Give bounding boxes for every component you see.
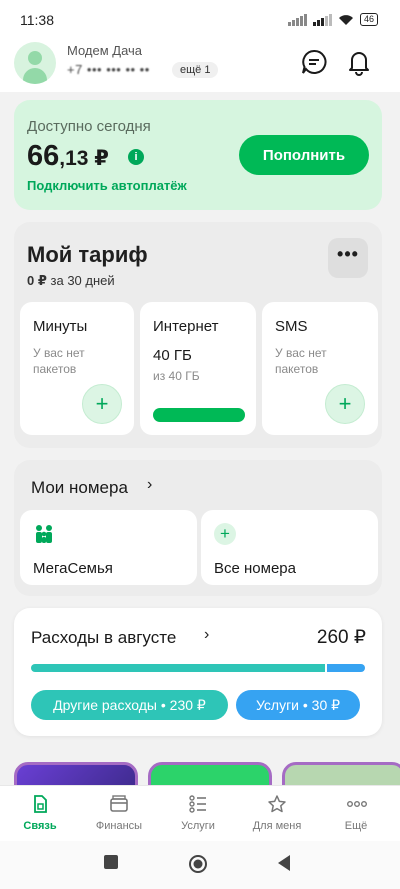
tab-label: Финансы bbox=[95, 820, 143, 832]
battery-icon: 46 bbox=[359, 13, 378, 26]
recent-apps-icon[interactable] bbox=[103, 854, 119, 875]
package-title: Минуты bbox=[33, 318, 88, 335]
all-numbers-label: Все номера bbox=[214, 560, 296, 577]
tab-finance[interactable]: Финансы bbox=[79, 794, 159, 832]
tab-more[interactable]: Ещё bbox=[316, 794, 396, 832]
other-expenses-chip[interactable]: Другие расходы • 230 ₽ bbox=[31, 690, 228, 720]
tariff-title: Мой тариф bbox=[27, 242, 148, 267]
expenses-bar-services bbox=[326, 664, 365, 672]
package-sms[interactable]: SMS У вас нет пакетов + bbox=[262, 302, 378, 435]
tab-services[interactable]: Услуги bbox=[158, 794, 238, 832]
system-nav-bar bbox=[0, 841, 400, 889]
star-icon bbox=[267, 794, 287, 814]
tariff-price-line: 0 ₽ за 30 дней bbox=[27, 273, 115, 289]
services-list-icon bbox=[188, 794, 208, 814]
internet-remaining: 40 ГБ bbox=[153, 347, 192, 364]
status-bar: 11:38 46 bbox=[0, 0, 400, 40]
expenses-total: 260 ₽ bbox=[316, 627, 366, 648]
package-empty-text: У вас нет пакетов bbox=[275, 346, 327, 376]
my-numbers-title[interactable]: Мои номера bbox=[31, 478, 128, 498]
topup-button[interactable]: Пополнить bbox=[239, 135, 369, 175]
account-header: Модем Дача +7 ••• ••• •• •• ещё 1 bbox=[0, 40, 400, 92]
tab-label: Ещё bbox=[344, 820, 368, 832]
more-accounts-chip[interactable]: ещё 1 bbox=[172, 62, 219, 78]
package-minutes[interactable]: Минуты У вас нет пакетов + bbox=[20, 302, 134, 435]
tab-for-me[interactable]: Для меня bbox=[237, 794, 317, 832]
internet-progress-bar bbox=[153, 408, 245, 422]
signal-icon bbox=[287, 13, 307, 26]
tariff-price: 0 ₽ bbox=[27, 273, 47, 288]
wallet-icon bbox=[109, 794, 129, 814]
home-icon[interactable] bbox=[188, 854, 208, 879]
add-minutes-button[interactable]: + bbox=[82, 384, 122, 424]
back-icon[interactable] bbox=[276, 854, 292, 877]
tariff-card[interactable]: Мой тариф 0 ₽ за 30 дней ••• Минуты У ва… bbox=[14, 222, 382, 448]
tab-connection[interactable]: Связь bbox=[0, 794, 80, 832]
family-icon bbox=[33, 523, 55, 545]
chat-icon[interactable] bbox=[300, 48, 328, 76]
tariff-more-button[interactable]: ••• bbox=[328, 238, 368, 278]
account-number[interactable]: +7 ••• ••• •• •• bbox=[67, 62, 150, 77]
expenses-title: Расходы в августе bbox=[31, 628, 177, 647]
expenses-bar-other bbox=[31, 664, 325, 672]
add-sms-button[interactable]: + bbox=[325, 384, 365, 424]
balance-card: Доступно сегодня 66,13 ₽ i Подключить ав… bbox=[14, 100, 382, 210]
tab-label: Услуги bbox=[181, 820, 215, 832]
balance-label: Доступно сегодня bbox=[27, 118, 151, 135]
my-numbers-card: Мои номера › МегаСемья + Все номера bbox=[14, 460, 382, 596]
balance-amount: 66,13 ₽ bbox=[27, 140, 109, 173]
signal-icon-2 bbox=[312, 13, 332, 26]
balance-amount-int: 66 bbox=[27, 140, 60, 172]
chevron-right-icon[interactable]: › bbox=[147, 476, 152, 494]
sim-card-icon bbox=[30, 794, 50, 814]
tab-label: Для меня bbox=[252, 820, 302, 832]
more-dots-icon bbox=[346, 794, 367, 814]
megafamily-label: МегаСемья bbox=[33, 560, 113, 577]
services-chip[interactable]: Услуги • 30 ₽ bbox=[236, 690, 360, 720]
internet-total: из 40 ГБ bbox=[153, 369, 200, 383]
bell-icon[interactable] bbox=[345, 48, 373, 76]
wifi-icon bbox=[338, 14, 353, 25]
package-internet[interactable]: Интернет 40 ГБ из 40 ГБ bbox=[140, 302, 256, 435]
status-time: 11:38 bbox=[20, 12, 54, 28]
balance-amount-dec: ,13 ₽ bbox=[59, 147, 109, 170]
expenses-card[interactable]: Расходы в августе › 260 ₽ Другие расходы… bbox=[14, 608, 382, 736]
info-icon[interactable]: i bbox=[128, 149, 144, 165]
all-numbers-card[interactable]: + Все номера bbox=[201, 510, 378, 585]
status-icons: 46 bbox=[287, 13, 378, 26]
chevron-right-icon: › bbox=[204, 626, 210, 643]
package-title: Интернет bbox=[153, 318, 219, 335]
tariff-period: за 30 дней bbox=[50, 273, 115, 288]
autopay-link[interactable]: Подключить автоплатёж bbox=[27, 178, 187, 193]
plus-icon: + bbox=[214, 523, 236, 545]
tab-label: Связь bbox=[23, 820, 57, 832]
expenses-bar bbox=[31, 664, 365, 672]
bottom-tab-bar: Связь Финансы Услуги Для меня Ещё bbox=[0, 785, 400, 841]
megafamily-card[interactable]: МегаСемья bbox=[20, 510, 197, 585]
package-title: SMS bbox=[275, 318, 308, 335]
avatar[interactable] bbox=[14, 42, 56, 84]
account-name[interactable]: Модем Дача bbox=[67, 43, 142, 58]
package-empty-text: У вас нет пакетов bbox=[33, 346, 85, 376]
